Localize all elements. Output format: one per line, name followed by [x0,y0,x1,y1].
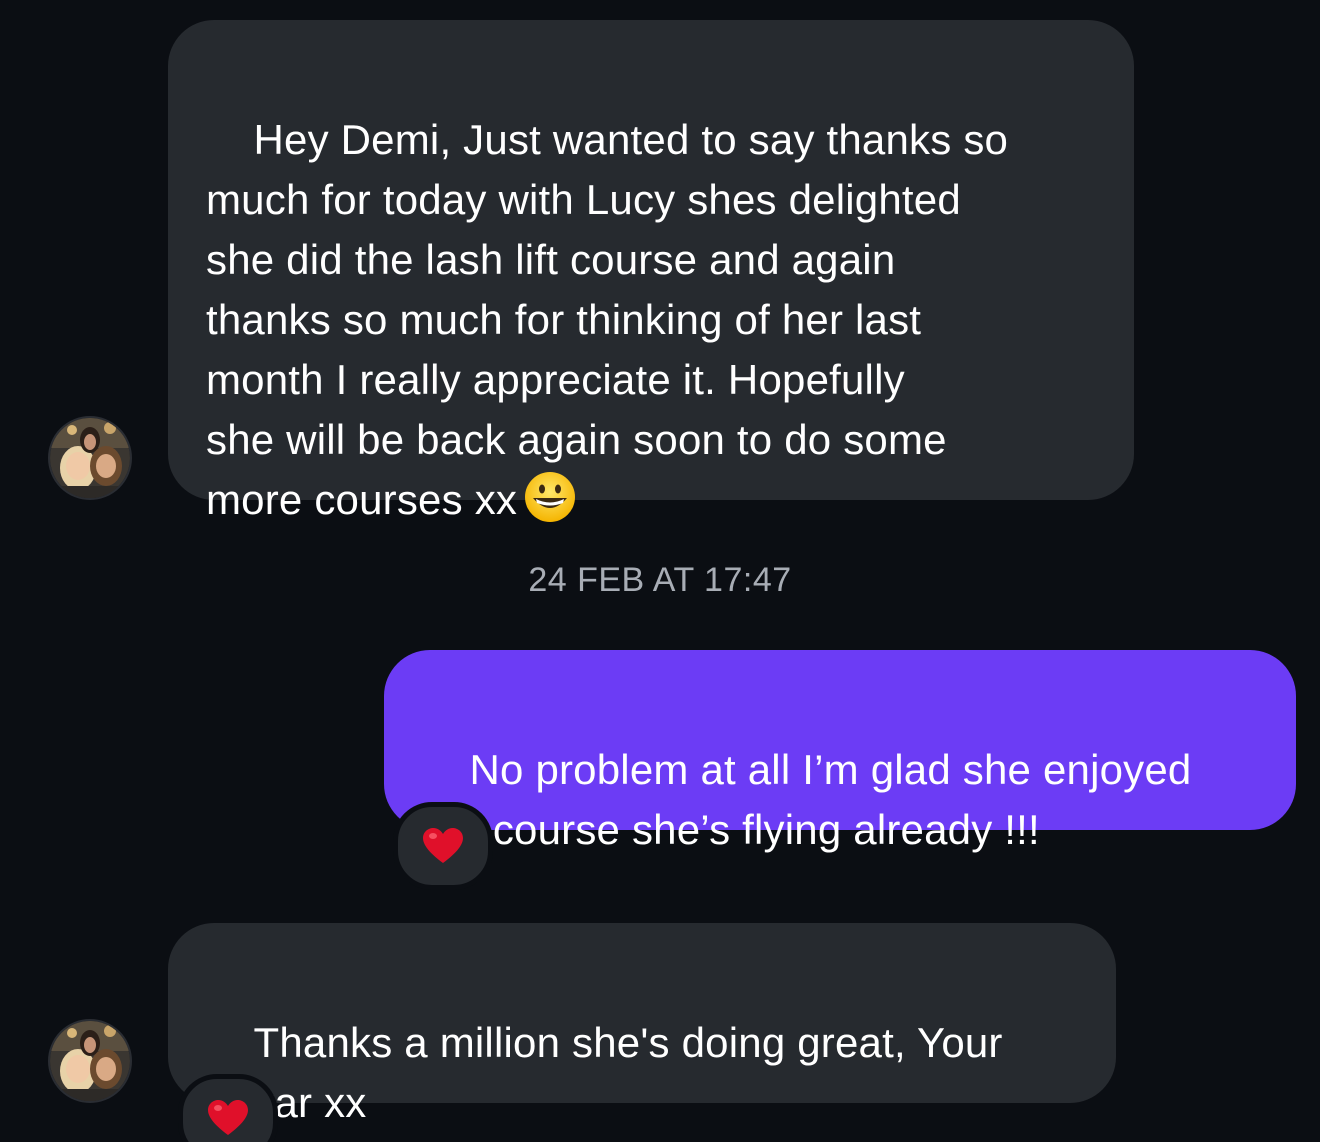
contact-avatar[interactable] [48,416,132,500]
message-text: Thanks a million she's doing great, Your… [206,1019,1003,1126]
outgoing-message-bubble[interactable]: No problem at all I’m glad she enjoyed t… [384,650,1296,853]
message-text: No problem at all I’m glad she enjoyed t… [422,746,1192,853]
contact-avatar[interactable] [48,1019,132,1103]
message-text: Hey Demi, Just wanted to say thanks so m… [206,116,1009,523]
avatar-photo-icon [50,1021,130,1101]
incoming-message-bubble[interactable]: Thanks a million she's doing great, Your… [168,923,1116,1126]
incoming-message-bubble[interactable]: Hey Demi, Just wanted to say thanks so m… [168,20,1134,523]
red-heart-icon [423,828,463,863]
grinning-face-emoji-icon [525,472,576,522]
message-reaction[interactable] [393,802,493,890]
chat-thread: Hey Demi, Just wanted to say thanks so m… [0,0,1320,1142]
message-timestamp: 24 FEB AT 17:47 [528,561,792,599]
red-heart-icon [208,1100,248,1135]
avatar-photo-icon [50,418,130,498]
message-reaction[interactable] [178,1074,278,1142]
